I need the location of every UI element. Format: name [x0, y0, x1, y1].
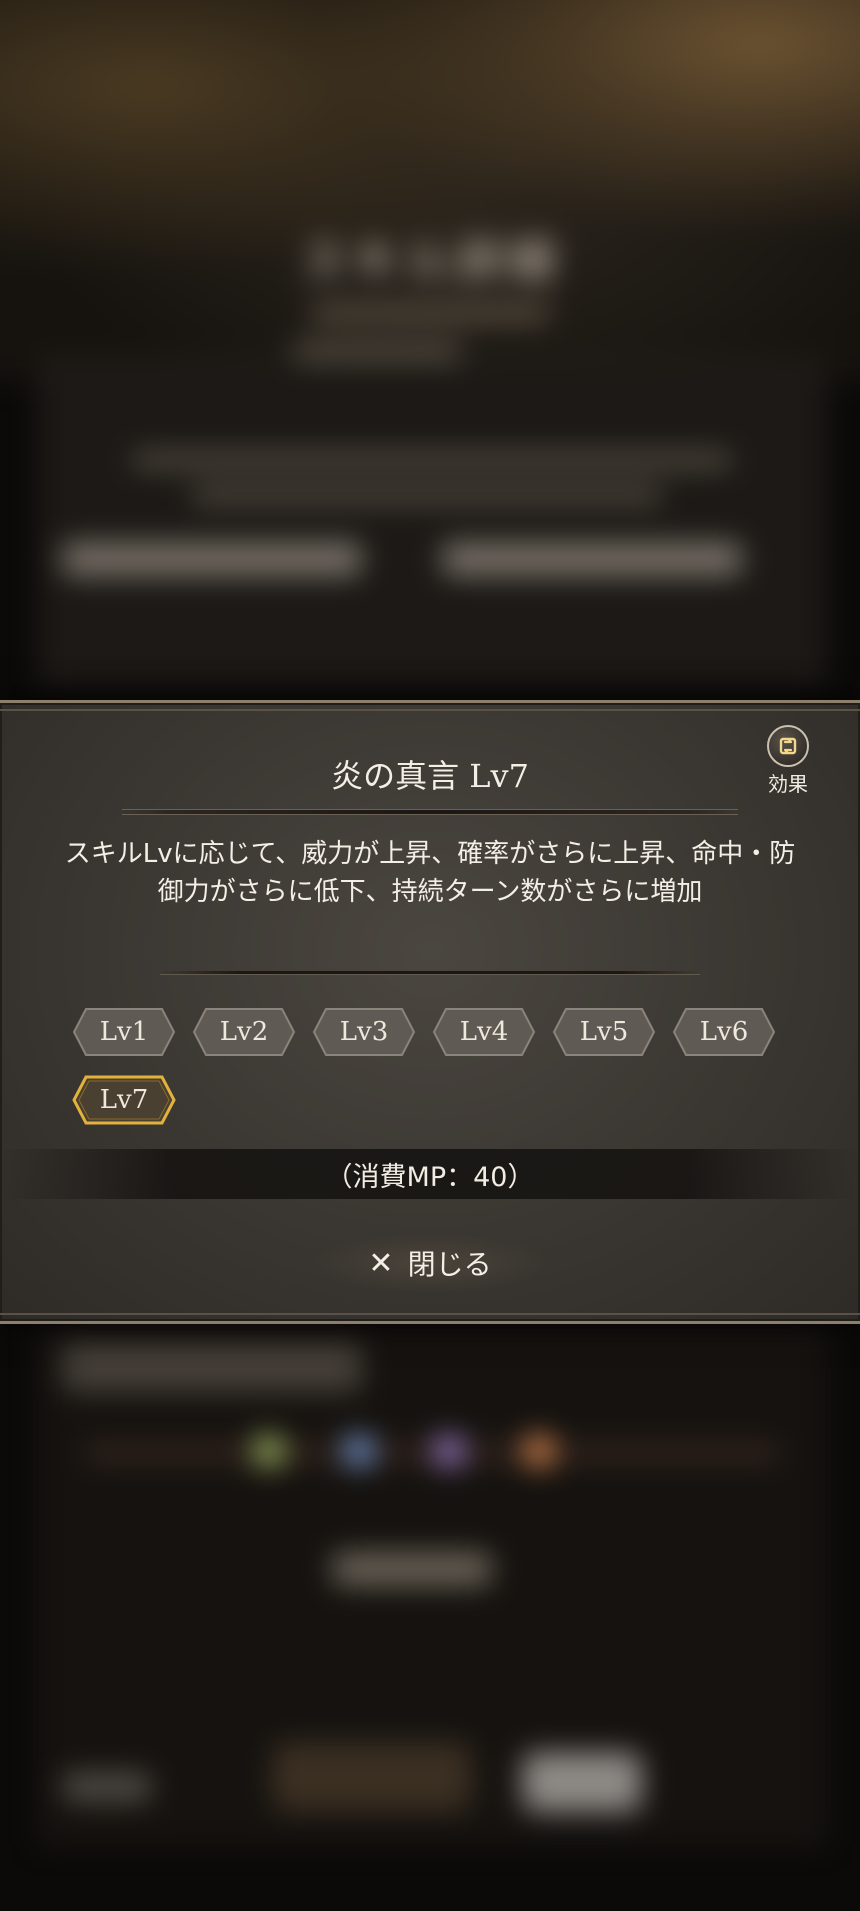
- background-pill: [442, 542, 742, 576]
- level-label: Lv3: [339, 1017, 389, 1047]
- level-button-2[interactable]: Lv2: [192, 1007, 296, 1057]
- background-lower-panel: [40, 1320, 824, 1844]
- background-button: [272, 1742, 472, 1812]
- skill-description: スキルLvに応じて、威力が上昇、確率がさらに上昇、命中・防御力がさらに低下、持続…: [64, 839, 796, 907]
- mp-cost-bar: （消費MP：40）: [0, 1149, 860, 1199]
- level-label: Lv1: [99, 1017, 149, 1047]
- background-line: [132, 452, 732, 468]
- skill-detail-dialog: 効果 炎の真言 Lv7 スキルLvに応じて、威力が上昇、確率がさらに上昇、命中・…: [0, 700, 860, 1324]
- level-button-7-selected[interactable]: Lv7: [72, 1075, 176, 1125]
- close-label: 閉じる: [407, 1248, 492, 1281]
- level-button-5[interactable]: Lv5: [552, 1007, 656, 1057]
- level-button-6[interactable]: Lv6: [672, 1007, 776, 1057]
- background-dot: [252, 1434, 286, 1468]
- background-line: [62, 1342, 362, 1392]
- close-button[interactable]: ✕ 閉じる: [310, 1233, 550, 1293]
- level-button-1[interactable]: Lv1: [72, 1007, 176, 1057]
- screen: スキル詳細 効果 炎の真言 Lv7 スキルLvに応じて、威力が上昇、確率がさらに…: [0, 0, 860, 1911]
- level-label: Lv4: [459, 1017, 509, 1047]
- level-label: Lv5: [579, 1017, 629, 1047]
- level-label: Lv6: [699, 1017, 749, 1047]
- background-line: [192, 487, 662, 503]
- background-card: [40, 342, 824, 684]
- background-dot: [432, 1434, 466, 1468]
- background-title: スキル詳細: [300, 234, 560, 288]
- close-x-icon: ✕: [368, 1245, 394, 1281]
- background-line: [332, 1552, 492, 1586]
- level-label: Lv2: [219, 1017, 269, 1047]
- background-pill: [62, 542, 362, 576]
- level-button-3[interactable]: Lv3: [312, 1007, 416, 1057]
- description-divider: [160, 971, 700, 975]
- level-button-4[interactable]: Lv4: [432, 1007, 536, 1057]
- level-label: Lv7: [99, 1085, 149, 1115]
- background-subtitle-bar: [310, 305, 550, 321]
- background-dot: [522, 1434, 556, 1468]
- background-dot: [342, 1434, 376, 1468]
- background-line: [62, 1772, 152, 1802]
- background-line: [292, 342, 462, 360]
- mp-cost-text: （消費MP：40）: [325, 1161, 535, 1193]
- skill-title: 炎の真言 Lv7: [331, 757, 529, 795]
- title-divider: [122, 809, 738, 815]
- background-button: [522, 1752, 642, 1812]
- background-art: [0, 0, 860, 380]
